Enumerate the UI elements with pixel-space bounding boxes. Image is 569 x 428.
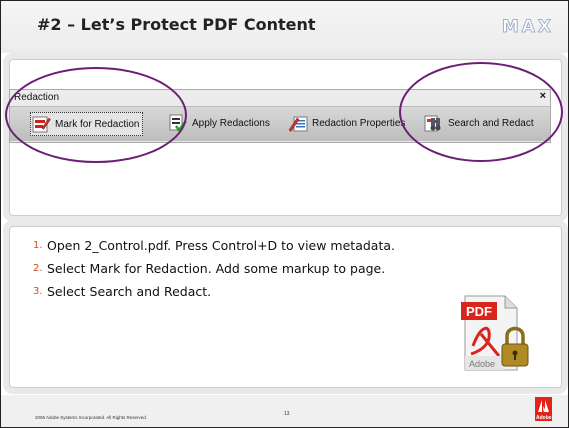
redaction-properties-button[interactable]: Redaction Properties	[288, 112, 405, 134]
apply-redactions-label: Apply Redactions	[192, 117, 270, 129]
max-logo: MAX	[501, 17, 554, 38]
page-number: 13	[284, 411, 290, 417]
slide-header: #2 – Let’s Protect PDF Content MAX	[1, 1, 568, 53]
pdf-lock-icon: PDF Adobe	[461, 295, 529, 371]
step-item: 1. Open 2_Control.pdf. Press Control+D t…	[33, 238, 395, 261]
redaction-properties-label: Redaction Properties	[312, 117, 406, 129]
pdf-label: PDF	[466, 304, 492, 319]
step-text: Select Mark for Redaction. Add some mark…	[47, 261, 386, 276]
step-item: 3. Select Search and Redact.	[33, 284, 395, 307]
adobe-logo: Adobe	[535, 397, 552, 421]
redaction-properties-icon	[288, 116, 308, 132]
pdf-brand-label: Adobe	[469, 359, 495, 369]
highlight-circle-right	[399, 62, 563, 162]
step-number: 2.	[33, 263, 43, 274]
step-number: 3.	[33, 286, 43, 297]
step-text: Select Search and Redact.	[47, 284, 212, 299]
slide-title: #2 – Let’s Protect PDF Content	[37, 15, 316, 34]
highlight-circle-left	[5, 67, 187, 163]
step-text: Open 2_Control.pdf. Press Control+D to v…	[47, 238, 395, 253]
step-item: 2. Select Mark for Redaction. Add some m…	[33, 261, 395, 284]
steps-list: 1. Open 2_Control.pdf. Press Control+D t…	[33, 238, 395, 307]
step-number: 1.	[33, 240, 43, 251]
adobe-logo-text: Adobe	[536, 415, 552, 421]
slide-footer: 2006 Adobe Systems Incorporated. All Rig…	[1, 395, 568, 427]
slide: #2 – Let’s Protect PDF Content MAX Redac…	[0, 0, 569, 428]
copyright-text: 2006 Adobe Systems Incorporated. All Rig…	[35, 415, 148, 420]
